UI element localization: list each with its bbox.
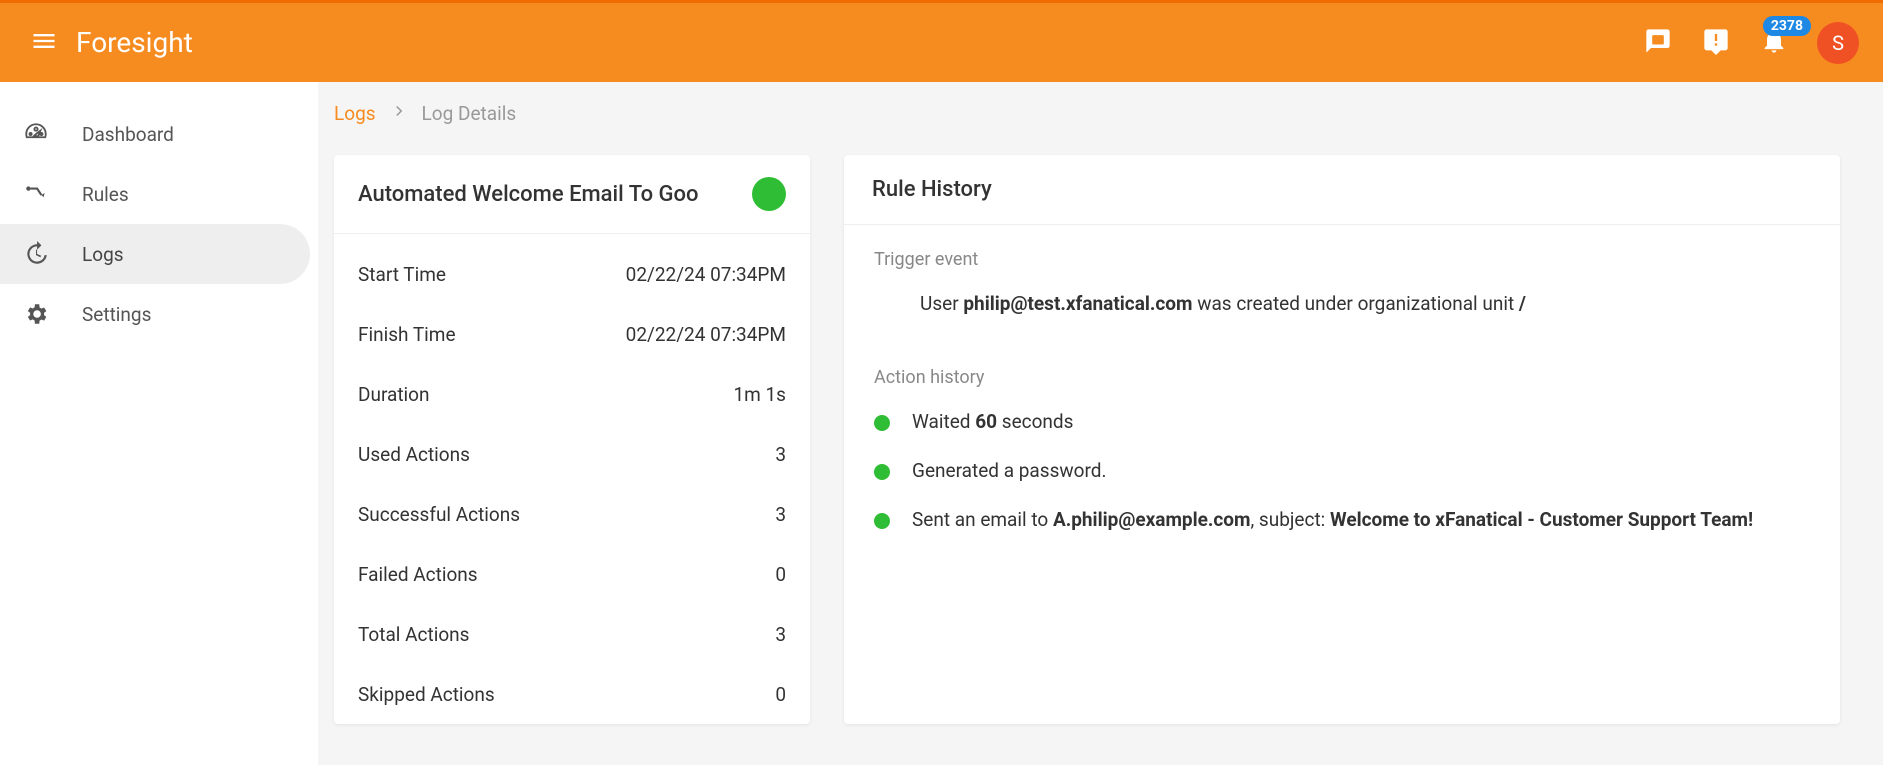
chevron-right-icon <box>390 102 408 125</box>
detail-row: Duration 1m 1s <box>358 364 786 424</box>
notification-badge: 2378 <box>1763 16 1811 36</box>
sidebar-item-rules[interactable]: Rules <box>0 164 310 224</box>
breadcrumb-logs[interactable]: Logs <box>334 102 376 125</box>
sidebar-item-logs[interactable]: Logs <box>0 224 310 284</box>
detail-label: Successful Actions <box>358 503 520 526</box>
action-history-item: Generated a password. <box>874 459 1810 482</box>
detail-label: Duration <box>358 383 430 406</box>
detail-label: Skipped Actions <box>358 683 495 706</box>
avatar[interactable]: S <box>1817 22 1859 64</box>
sidebar-item-label: Dashboard <box>82 123 174 146</box>
detail-row: Total Actions 3 <box>358 604 786 664</box>
action-history-item: Waited 60 seconds <box>874 410 1810 433</box>
detail-value: 02/22/24 07:34PM <box>626 263 786 286</box>
hamburger-icon <box>30 27 58 59</box>
gear-icon <box>22 300 50 328</box>
status-badge <box>752 177 786 211</box>
sidebar-item-dashboard[interactable]: Dashboard <box>0 104 310 164</box>
brand-title: Foresight <box>76 26 193 59</box>
notification-button[interactable]: 2378 <box>1759 28 1789 58</box>
trigger-event-label: Trigger event <box>874 249 1810 270</box>
breadcrumb-current: Log Details <box>422 102 517 125</box>
main-content: Logs Log Details Automated Welcome Email… <box>318 82 1883 765</box>
sidebar-item-label: Settings <box>82 303 151 326</box>
action-history-item: Sent an email to A.philip@example.com, s… <box>874 508 1810 531</box>
detail-label: Total Actions <box>358 623 469 646</box>
status-dot-icon <box>874 415 890 431</box>
breadcrumb: Logs Log Details <box>334 102 1883 125</box>
menu-toggle[interactable] <box>24 23 64 63</box>
detail-row: Start Time 02/22/24 07:34PM <box>358 244 786 304</box>
sidebar-item-label: Logs <box>82 243 124 266</box>
detail-value: 1m 1s <box>733 383 786 406</box>
action-text: Waited 60 seconds <box>912 410 1073 433</box>
app-header: Foresight 2378 S <box>0 0 1883 82</box>
detail-label: Finish Time <box>358 323 456 346</box>
detail-value: 0 <box>775 563 786 586</box>
detail-value: 3 <box>775 443 786 466</box>
detail-row: Failed Actions 0 <box>358 544 786 604</box>
detail-row: Skipped Actions 0 <box>358 664 786 724</box>
log-title: Automated Welcome Email To Goo <box>358 182 699 207</box>
sidebar: Dashboard Rules Logs Settings <box>0 82 318 765</box>
gauge-icon <box>22 120 50 148</box>
sidebar-item-settings[interactable]: Settings <box>0 284 310 344</box>
status-dot-icon <box>874 464 890 480</box>
detail-value: 3 <box>775 623 786 646</box>
detail-row: Used Actions 3 <box>358 424 786 484</box>
sidebar-item-label: Rules <box>82 183 129 206</box>
flow-icon <box>22 180 50 208</box>
avatar-initial: S <box>1832 31 1844 55</box>
action-history-label: Action history <box>874 367 1810 388</box>
action-text: Sent an email to A.philip@example.com, s… <box>912 508 1753 531</box>
status-dot-icon <box>874 513 890 529</box>
announcement-button[interactable] <box>1701 28 1731 58</box>
action-text: Generated a password. <box>912 459 1106 482</box>
detail-value: 3 <box>775 503 786 526</box>
detail-label: Used Actions <box>358 443 470 466</box>
detail-row: Successful Actions 3 <box>358 484 786 544</box>
detail-value: 0 <box>775 683 786 706</box>
chat-icon <box>1644 27 1672 59</box>
trigger-event-text: User philip@test.xfanatical.com was crea… <box>920 292 1810 315</box>
detail-label: Start Time <box>358 263 446 286</box>
chat-button[interactable] <box>1643 28 1673 58</box>
history-icon <box>22 240 50 268</box>
detail-value: 02/22/24 07:34PM <box>626 323 786 346</box>
history-title: Rule History <box>844 155 1840 225</box>
detail-label: Failed Actions <box>358 563 478 586</box>
log-details-card: Automated Welcome Email To Goo Start Tim… <box>334 155 810 724</box>
announcement-icon <box>1702 27 1730 59</box>
rule-history-card: Rule History Trigger event User philip@t… <box>844 155 1840 724</box>
detail-row: Finish Time 02/22/24 07:34PM <box>358 304 786 364</box>
